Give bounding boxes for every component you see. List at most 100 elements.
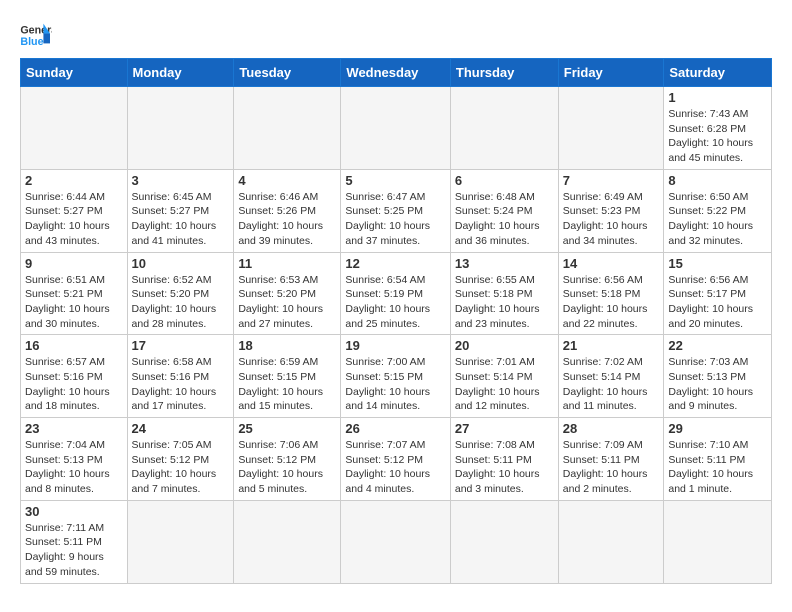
day-number: 13 (455, 256, 554, 271)
calendar-cell: 25 Sunrise: 7:06 AM Sunset: 5:12 PM Dayli… (234, 418, 341, 501)
day-number: 16 (25, 338, 123, 353)
day-number: 22 (668, 338, 767, 353)
calendar-cell: 7Sunrise: 6:49 AM Sunset: 5:23 PM Daylig… (558, 169, 664, 252)
day-number: 6 (455, 173, 554, 188)
logo: General Blue (20, 22, 52, 50)
day-number: 29 (668, 421, 767, 436)
day-info: Sunrise: 7:02 AM Sunset: 5:14 PM Dayligh… (563, 355, 660, 414)
calendar-cell: 15Sunrise: 6:56 AM Sunset: 5:17 PM Dayli… (664, 252, 772, 335)
calendar-cell (558, 87, 664, 170)
calendar-header-tuesday: Tuesday (234, 59, 341, 87)
day-info: Sunrise: 6:58 AM Sunset: 5:16 PM Dayligh… (132, 355, 230, 414)
calendar-week-row: 1 Sunrise: 7:43 AM Sunset: 6:28 PM Daylig… (21, 87, 772, 170)
day-number: 2 (25, 173, 123, 188)
day-info: Sunrise: 6:50 AM Sunset: 5:22 PM Dayligh… (668, 190, 767, 249)
calendar-week-row: 9 Sunrise: 6:51 AM Sunset: 5:21 PM Daylig… (21, 252, 772, 335)
calendar-header-thursday: Thursday (450, 59, 558, 87)
day-info: Sunrise: 7:07 AM Sunset: 5:12 PM Dayligh… (345, 438, 445, 497)
day-number: 9 (25, 256, 123, 271)
calendar-cell: 12 Sunrise: 6:54 AM Sunset: 5:19 PM Dayli… (341, 252, 450, 335)
svg-text:Blue: Blue (20, 36, 43, 48)
calendar-cell (341, 87, 450, 170)
day-info: Sunrise: 6:55 AM Sunset: 5:18 PM Dayligh… (455, 273, 554, 332)
day-info: Sunrise: 6:59 AM Sunset: 5:15 PM Dayligh… (238, 355, 336, 414)
day-info: Sunrise: 6:57 AM Sunset: 5:16 PM Dayligh… (25, 355, 123, 414)
day-info: Sunrise: 6:47 AM Sunset: 5:25 PM Dayligh… (345, 190, 445, 249)
calendar-cell (558, 500, 664, 583)
calendar-week-row: 16 Sunrise: 6:57 AM Sunset: 5:16 PM Dayli… (21, 335, 772, 418)
day-info: Sunrise: 6:56 AM Sunset: 5:17 PM Dayligh… (668, 273, 767, 332)
day-info: Sunrise: 6:44 AM Sunset: 5:27 PM Dayligh… (25, 190, 123, 249)
calendar-cell: 13 Sunrise: 6:55 AM Sunset: 5:18 PM Dayli… (450, 252, 558, 335)
calendar-cell: 17Sunrise: 6:58 AM Sunset: 5:16 PM Dayli… (127, 335, 234, 418)
calendar-cell: 19 Sunrise: 7:00 AM Sunset: 5:15 PM Dayli… (341, 335, 450, 418)
day-number: 28 (563, 421, 660, 436)
calendar-week-row: 30Sunrise: 7:11 AM Sunset: 5:11 PM Dayli… (21, 500, 772, 583)
day-number: 26 (345, 421, 445, 436)
day-number: 5 (345, 173, 445, 188)
calendar-cell (234, 87, 341, 170)
calendar-cell (21, 87, 128, 170)
calendar-cell: 27Sunrise: 7:08 AM Sunset: 5:11 PM Dayli… (450, 418, 558, 501)
day-info: Sunrise: 6:51 AM Sunset: 5:21 PM Dayligh… (25, 273, 123, 332)
calendar-cell: 20Sunrise: 7:01 AM Sunset: 5:14 PM Dayli… (450, 335, 558, 418)
day-number: 25 (238, 421, 336, 436)
calendar-cell: 29 Sunrise: 7:10 AM Sunset: 5:11 PM Dayli… (664, 418, 772, 501)
calendar-header-sunday: Sunday (21, 59, 128, 87)
calendar-cell: 8 Sunrise: 6:50 AM Sunset: 5:22 PM Daylig… (664, 169, 772, 252)
day-info: Sunrise: 6:53 AM Sunset: 5:20 PM Dayligh… (238, 273, 336, 332)
day-info: Sunrise: 6:54 AM Sunset: 5:19 PM Dayligh… (345, 273, 445, 332)
day-number: 20 (455, 338, 554, 353)
day-info: Sunrise: 7:00 AM Sunset: 5:15 PM Dayligh… (345, 355, 445, 414)
calendar-week-row: 2 Sunrise: 6:44 AM Sunset: 5:27 PM Daylig… (21, 169, 772, 252)
calendar-header-row: SundayMondayTuesdayWednesdayThursdayFrid… (21, 59, 772, 87)
calendar-cell: 16 Sunrise: 6:57 AM Sunset: 5:16 PM Dayli… (21, 335, 128, 418)
calendar-cell (127, 500, 234, 583)
calendar-cell: 4 Sunrise: 6:46 AM Sunset: 5:26 PM Daylig… (234, 169, 341, 252)
page: General Blue SundayMondayTuesdayWednesda… (0, 0, 792, 594)
day-info: Sunrise: 7:08 AM Sunset: 5:11 PM Dayligh… (455, 438, 554, 497)
day-info: Sunrise: 7:09 AM Sunset: 5:11 PM Dayligh… (563, 438, 660, 497)
calendar-cell: 9 Sunrise: 6:51 AM Sunset: 5:21 PM Daylig… (21, 252, 128, 335)
day-number: 19 (345, 338, 445, 353)
calendar-header-friday: Friday (558, 59, 664, 87)
day-number: 10 (132, 256, 230, 271)
calendar-cell (234, 500, 341, 583)
calendar-cell: 28 Sunrise: 7:09 AM Sunset: 5:11 PM Dayli… (558, 418, 664, 501)
calendar-cell (450, 500, 558, 583)
day-info: Sunrise: 7:03 AM Sunset: 5:13 PM Dayligh… (668, 355, 767, 414)
day-info: Sunrise: 6:46 AM Sunset: 5:26 PM Dayligh… (238, 190, 336, 249)
day-info: Sunrise: 7:05 AM Sunset: 5:12 PM Dayligh… (132, 438, 230, 497)
calendar-cell: 23Sunrise: 7:04 AM Sunset: 5:13 PM Dayli… (21, 418, 128, 501)
day-info: Sunrise: 6:56 AM Sunset: 5:18 PM Dayligh… (563, 273, 660, 332)
calendar-cell: 21 Sunrise: 7:02 AM Sunset: 5:14 PM Dayli… (558, 335, 664, 418)
calendar-cell: 18Sunrise: 6:59 AM Sunset: 5:15 PM Dayli… (234, 335, 341, 418)
day-number: 23 (25, 421, 123, 436)
calendar-cell (450, 87, 558, 170)
day-number: 21 (563, 338, 660, 353)
day-number: 8 (668, 173, 767, 188)
day-info: Sunrise: 7:11 AM Sunset: 5:11 PM Dayligh… (25, 521, 123, 580)
calendar-header-saturday: Saturday (664, 59, 772, 87)
day-info: Sunrise: 7:43 AM Sunset: 6:28 PM Dayligh… (668, 107, 767, 166)
day-info: Sunrise: 7:06 AM Sunset: 5:12 PM Dayligh… (238, 438, 336, 497)
calendar-cell: 14 Sunrise: 6:56 AM Sunset: 5:18 PM Dayli… (558, 252, 664, 335)
generalblue-logo-icon: General Blue (20, 22, 52, 50)
day-info: Sunrise: 6:52 AM Sunset: 5:20 PM Dayligh… (132, 273, 230, 332)
calendar-table: SundayMondayTuesdayWednesdayThursdayFrid… (20, 58, 772, 584)
calendar-cell: 22 Sunrise: 7:03 AM Sunset: 5:13 PM Dayli… (664, 335, 772, 418)
day-number: 24 (132, 421, 230, 436)
day-number: 7 (563, 173, 660, 188)
calendar-week-row: 23Sunrise: 7:04 AM Sunset: 5:13 PM Dayli… (21, 418, 772, 501)
day-number: 1 (668, 90, 767, 105)
calendar-cell: 2 Sunrise: 6:44 AM Sunset: 5:27 PM Daylig… (21, 169, 128, 252)
day-number: 12 (345, 256, 445, 271)
calendar-cell: 24 Sunrise: 7:05 AM Sunset: 5:12 PM Dayli… (127, 418, 234, 501)
header: General Blue (20, 16, 772, 50)
calendar-cell: 10 Sunrise: 6:52 AM Sunset: 5:20 PM Dayli… (127, 252, 234, 335)
calendar-header-monday: Monday (127, 59, 234, 87)
day-number: 4 (238, 173, 336, 188)
day-number: 14 (563, 256, 660, 271)
day-info: Sunrise: 7:10 AM Sunset: 5:11 PM Dayligh… (668, 438, 767, 497)
calendar-cell: 26 Sunrise: 7:07 AM Sunset: 5:12 PM Dayli… (341, 418, 450, 501)
